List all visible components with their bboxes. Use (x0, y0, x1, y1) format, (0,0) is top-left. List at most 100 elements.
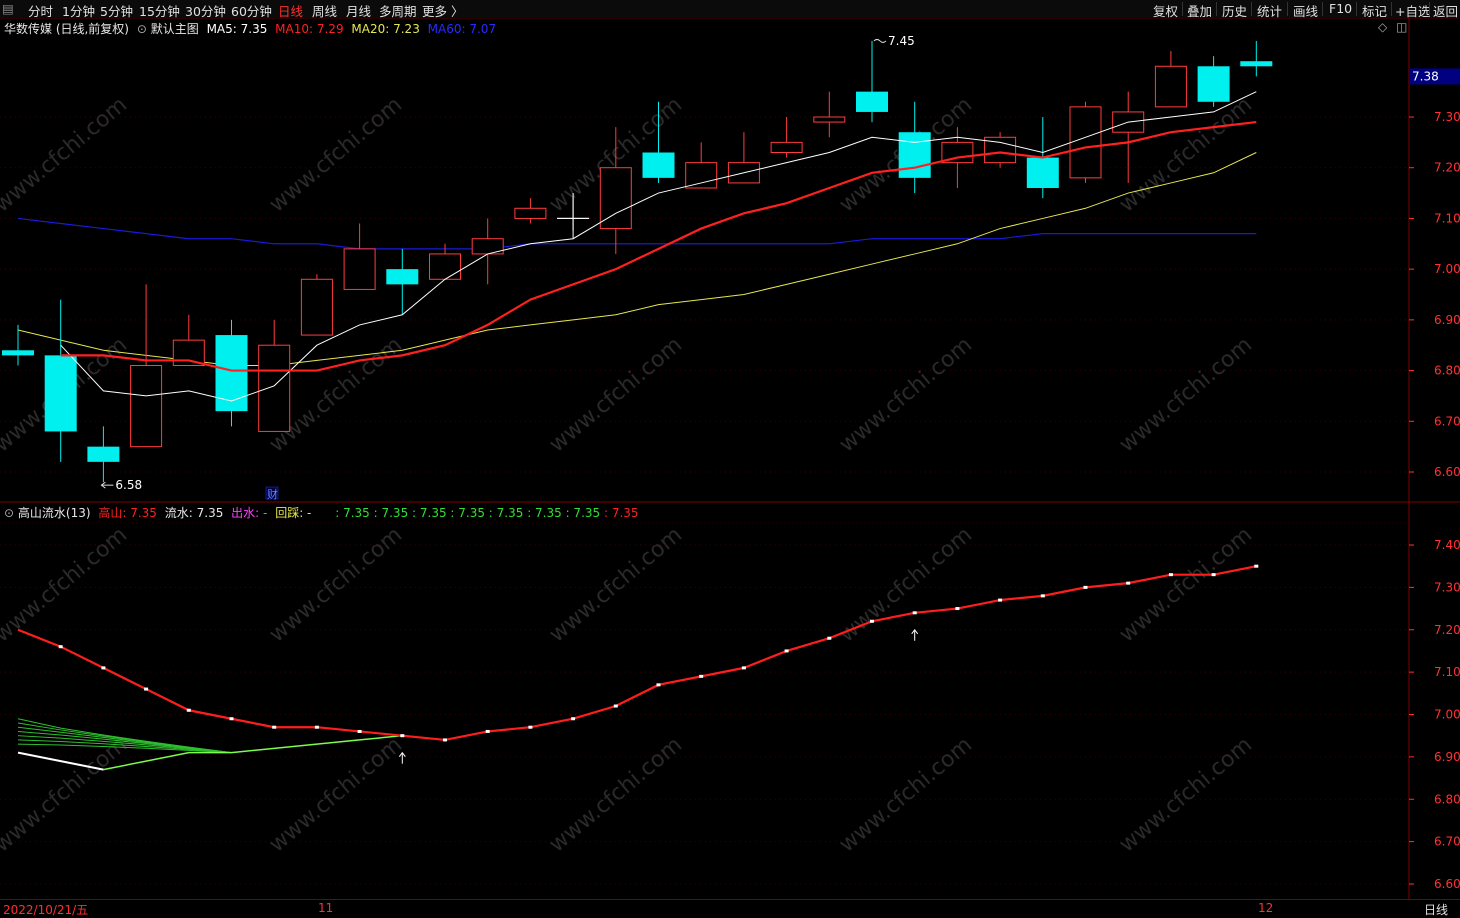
news-label: 财 (267, 487, 278, 501)
y-tick-label: 7.00 (1434, 262, 1460, 276)
candle-body (87, 446, 120, 462)
watermark-text: www.cfchi.com (835, 732, 977, 857)
watermark-text: www.cfchi.com (835, 522, 977, 647)
candle-body (258, 344, 291, 432)
gaoshan-dot (229, 717, 234, 721)
candle-body (685, 162, 718, 189)
gaoshan-dot (400, 734, 405, 738)
gaoshan-dot (1126, 581, 1131, 585)
gaoshan-dot (784, 649, 789, 653)
candle-body (642, 152, 675, 178)
gaoshan-dot (1211, 573, 1216, 577)
candles-layer (2, 40, 1273, 483)
y-tick-label: 6.60 (1434, 465, 1460, 479)
gaoshan-dot (1168, 573, 1173, 577)
candle-body (343, 248, 376, 290)
y-tick-label: 6.70 (1434, 414, 1460, 428)
candle-body (1154, 65, 1187, 108)
candle-body (2, 350, 34, 356)
y-tick-label: 7.10 (1434, 211, 1460, 225)
low-label: 6.58 (115, 478, 142, 492)
gaoshan-dot (998, 598, 1003, 602)
gaoshan-dot (827, 636, 832, 640)
y-tick-label: 6.80 (1434, 364, 1460, 378)
gaoshan-dot (955, 607, 960, 611)
y-tick-label: 7.00 (1434, 708, 1460, 722)
candle-body (386, 269, 419, 285)
gaoshan-dot (58, 645, 63, 649)
candle-body (514, 207, 547, 219)
gaoshan-line (17, 565, 1257, 742)
watermark-text: www.cfchi.com (835, 332, 977, 457)
y-tick-label: 7.20 (1434, 161, 1460, 175)
watermark-text: www.cfchi.com (265, 522, 407, 647)
y-tick-label: 6.60 (1434, 877, 1460, 891)
y-tick-label: 6.90 (1434, 750, 1460, 764)
gaoshan-dot (485, 729, 490, 733)
chart-canvas[interactable]: www.cfchi.com www.cfchi.com www.cfchi.com w… (0, 0, 1460, 914)
candle-body (300, 278, 333, 336)
watermark-text: www.cfchi.com (1115, 522, 1257, 647)
watermark-text: www.cfchi.com (265, 92, 407, 217)
gaoshan-dot (1083, 585, 1088, 589)
gaoshan-dot (443, 738, 447, 742)
gaoshan-dot (186, 708, 191, 712)
y-tick-label: 7.30 (1434, 580, 1460, 594)
candle-body (215, 335, 248, 412)
date-axis: 2022/10/21/五 11 12 日线 (0, 899, 1460, 917)
candle-body (1026, 157, 1059, 188)
y-tick-label: 6.90 (1434, 313, 1460, 327)
gaoshan-dot (1040, 594, 1045, 598)
gaoshan-dot (912, 611, 917, 615)
high-marker-icon (873, 38, 887, 43)
watermark-text: www.cfchi.com (1115, 332, 1257, 457)
date-label: 2022/10/21/五 (3, 903, 89, 917)
watermark-text: www.cfchi.com (265, 732, 407, 857)
watermark-text: www.cfchi.com (0, 732, 132, 857)
gaoshan-dot (314, 725, 319, 729)
gaoshan-dot (101, 666, 106, 670)
watermark-text: www.cfchi.com (545, 522, 687, 647)
candle-body (1069, 106, 1102, 179)
candle-body (44, 355, 77, 432)
gaoshan-dot (144, 687, 149, 691)
watermark-text: www.cfchi.com (1115, 732, 1257, 857)
candle-body (172, 339, 205, 366)
candle-body (429, 253, 461, 280)
watermark-text: www.cfchi.com (545, 332, 687, 457)
gaoshan-dot (656, 683, 661, 687)
gaoshan-dot (571, 717, 576, 721)
gaoshan-dot (1254, 564, 1259, 568)
candle-body (856, 91, 888, 112)
candle-body (770, 141, 803, 154)
ma60-layer (17, 217, 1257, 250)
gaoshan-dot (741, 666, 746, 670)
price-tag-label: 7.38 (1412, 69, 1439, 83)
watermark-text: www.cfchi.com (0, 522, 132, 647)
y-tick-label: 7.40 (1434, 538, 1460, 552)
gaoshan-dot (699, 674, 704, 678)
watermark-text: www.cfchi.com (545, 732, 687, 857)
month-label: 12 (1258, 901, 1274, 915)
candle-body (813, 116, 846, 123)
sub-layer (17, 564, 1259, 771)
candle-body (130, 365, 163, 448)
month-label: 11 (318, 901, 334, 915)
gaoshan-dot (272, 725, 277, 729)
y-tick-label: 6.70 (1434, 835, 1460, 849)
watermark-text: www.cfchi.com (0, 92, 132, 217)
watermark-text: www.cfchi.com (1115, 92, 1257, 217)
candle-body (1197, 66, 1230, 102)
y-tick-label: 6.80 (1434, 792, 1460, 806)
period-label: 日线 (1424, 903, 1449, 917)
gaoshan-dot (357, 729, 362, 733)
gaoshan-dot (870, 619, 874, 623)
ma60-line (17, 217, 1257, 250)
high-label: 7.45 (888, 34, 915, 48)
y-tick-label: 7.20 (1434, 623, 1460, 637)
y-tick-label: 7.10 (1434, 665, 1460, 679)
candle-body (1240, 61, 1273, 67)
gaoshan-dot (613, 704, 618, 708)
candle-body (898, 132, 931, 178)
gaoshan-dot (528, 725, 533, 729)
